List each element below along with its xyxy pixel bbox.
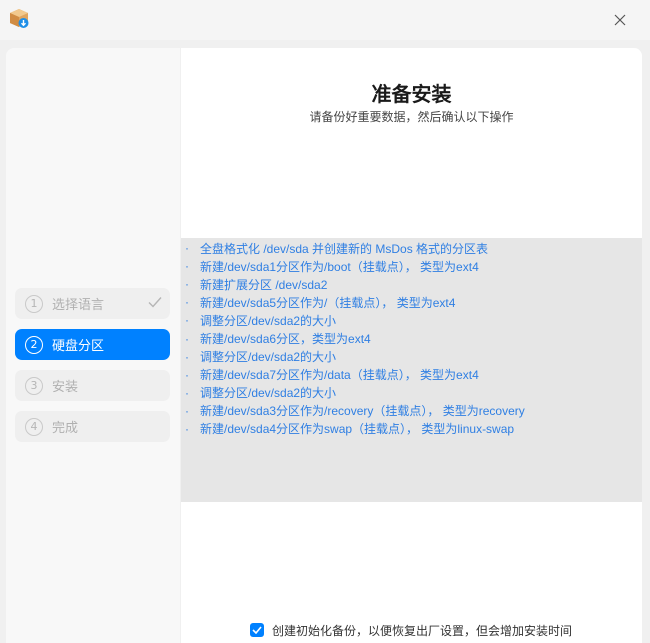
step-number: 1 bbox=[25, 294, 43, 313]
step-label: 选择语言 bbox=[52, 298, 105, 313]
page-subtitle: 请备份好重要数据，然后确认以下操作 bbox=[309, 110, 514, 124]
operation-text: 调整分区/dev/sda2的大小 bbox=[200, 313, 337, 328]
operation-text: 新建扩展分区 /dev/sda2 bbox=[200, 277, 328, 292]
operations-list: · 全盘格式化 /dev/sda 并创建新的 MsDos 格式的分区表 · 新建/d… bbox=[181, 238, 642, 502]
operation-item: · 调整分区/dev/sda2的大小 bbox=[185, 311, 642, 329]
checkmark-icon bbox=[252, 626, 262, 634]
step-finish[interactable]: 4 完成 bbox=[15, 411, 170, 442]
operation-item: · 新建/dev/sda7分区作为/data（挂载点）， 类型为ext4 bbox=[185, 366, 642, 384]
operation-text: 新建/dev/sda1分区作为/boot（挂载点）， 类型为ext4 bbox=[200, 259, 479, 274]
page-title: 准备安装 bbox=[371, 82, 452, 106]
main-panel: 准备安装 请备份好重要数据，然后确认以下操作 · 全盘格式化 /dev/sda 并… bbox=[181, 48, 642, 643]
backup-option-label: 创建初始化备份，以便恢复出厂设置，但会增加安装时间 bbox=[272, 623, 573, 638]
steps-sidebar: 1 选择语言 2 硬盘分区 3 安装 4 完成 bbox=[6, 48, 180, 643]
bullet: · bbox=[185, 313, 189, 328]
bullet: · bbox=[185, 403, 189, 418]
step-disk-partition[interactable]: 2 硬盘分区 bbox=[15, 329, 170, 360]
bullet: · bbox=[185, 259, 189, 274]
operation-text: 新建/dev/sda5分区作为/（挂载点）， 类型为ext4 bbox=[200, 295, 456, 310]
close-icon bbox=[614, 14, 626, 26]
close-button[interactable] bbox=[606, 8, 634, 32]
operation-item: · 新建/dev/sda5分区作为/（挂载点）， 类型为ext4 bbox=[185, 293, 642, 311]
operation-text: 新建/dev/sda7分区作为/data（挂载点）， 类型为ext4 bbox=[200, 368, 479, 383]
operation-text: 调整分区/dev/sda2的大小 bbox=[200, 386, 337, 401]
operation-item: · 新建/dev/sda4分区作为swap（挂载点）， 类型为linux-swap bbox=[185, 420, 642, 438]
step-install[interactable]: 3 安装 bbox=[15, 370, 170, 401]
operation-text: 调整分区/dev/sda2的大小 bbox=[200, 350, 337, 365]
bullet: · bbox=[185, 295, 189, 310]
bullet: · bbox=[185, 241, 189, 256]
backup-checkbox[interactable] bbox=[250, 623, 264, 637]
operation-text: 新建/dev/sda6分区，类型为ext4 bbox=[200, 332, 371, 347]
operation-item: · 调整分区/dev/sda2的大小 bbox=[185, 348, 642, 366]
operation-item: · 全盘格式化 /dev/sda 并创建新的 MsDos 格式的分区表 bbox=[185, 239, 642, 257]
step-number: 3 bbox=[25, 376, 43, 395]
step-number: 4 bbox=[25, 417, 43, 436]
backup-option[interactable]: 创建初始化备份，以便恢复出厂设置，但会增加安装时间 bbox=[250, 620, 572, 640]
step-label: 硬盘分区 bbox=[52, 339, 105, 354]
step-number: 2 bbox=[25, 335, 43, 354]
bullet: · bbox=[185, 421, 189, 436]
bullet: · bbox=[185, 367, 189, 382]
step-label: 完成 bbox=[52, 421, 79, 436]
bullet: · bbox=[185, 277, 189, 292]
checkmark-icon bbox=[148, 297, 162, 308]
operation-item: · 调整分区/dev/sda2的大小 bbox=[185, 384, 642, 402]
operation-item: · 新建/dev/sda1分区作为/boot（挂载点）， 类型为ext4 bbox=[185, 257, 642, 275]
bullet: · bbox=[185, 349, 189, 364]
step-select-language[interactable]: 1 选择语言 bbox=[15, 288, 170, 319]
operation-item: · 新建/dev/sda3分区作为/recovery（挂载点）， 类型为recov… bbox=[185, 402, 642, 420]
step-label: 安装 bbox=[52, 380, 79, 395]
operation-text: 全盘格式化 /dev/sda 并创建新的 MsDos 格式的分区表 bbox=[200, 241, 489, 256]
operation-text: 新建/dev/sda4分区作为swap（挂载点）， 类型为linux-swap bbox=[200, 422, 515, 437]
installer-package-icon bbox=[7, 6, 31, 30]
operation-text: 新建/dev/sda3分区作为/recovery（挂载点）， 类型为recove… bbox=[200, 404, 525, 419]
operation-item: · 新建/dev/sda6分区，类型为ext4 bbox=[185, 329, 642, 347]
title-bar bbox=[0, 0, 650, 40]
operation-item: · 新建扩展分区 /dev/sda2 bbox=[185, 275, 642, 293]
bullet: · bbox=[185, 385, 189, 400]
bullet: · bbox=[185, 331, 189, 346]
